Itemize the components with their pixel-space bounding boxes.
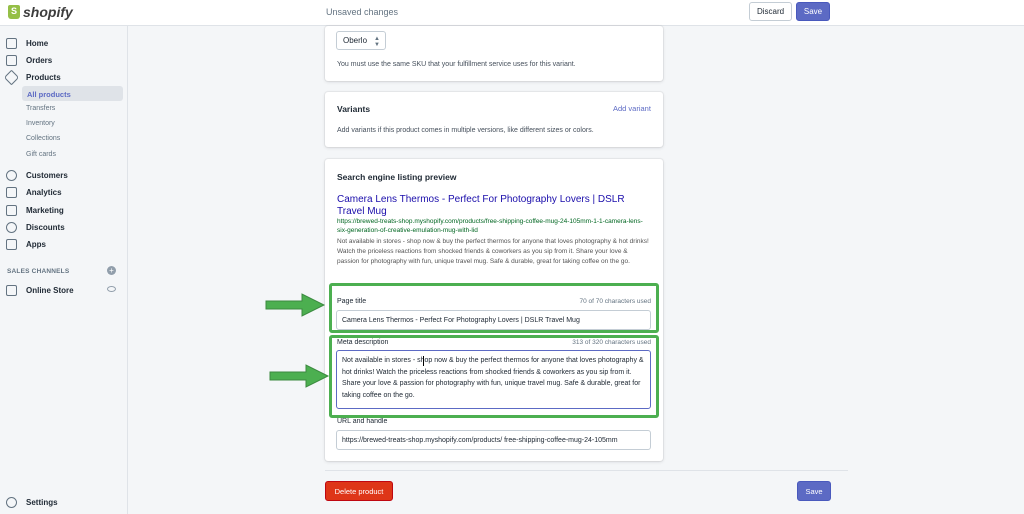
sidebar-item-label: Analytics bbox=[26, 187, 62, 197]
seo-preview-description: Not available in stores - shop now & buy… bbox=[337, 238, 649, 265]
footer-divider bbox=[325, 470, 848, 471]
person-icon bbox=[6, 169, 17, 181]
sidebar-item-marketing[interactable]: Marketing bbox=[0, 202, 128, 218]
add-sales-channel-icon[interactable]: + bbox=[107, 266, 116, 275]
sidebar-subitem-collections[interactable]: Collections bbox=[26, 135, 60, 142]
sidebar-item-label: Marketing bbox=[26, 205, 64, 215]
page-title-highlight bbox=[329, 283, 659, 333]
gear-icon bbox=[6, 497, 17, 508]
sidebar-item-analytics[interactable]: Analytics bbox=[0, 184, 128, 200]
sidebar-item-customers[interactable]: Customers bbox=[0, 167, 128, 183]
variants-card bbox=[325, 92, 663, 147]
meta-description-highlight bbox=[329, 335, 659, 418]
seo-card-title: Search engine listing preview bbox=[337, 172, 457, 182]
sidebar-item-apps[interactable]: Apps bbox=[0, 236, 128, 252]
discount-icon bbox=[6, 221, 17, 233]
save-button-top[interactable]: Save bbox=[796, 2, 830, 21]
sidebar-item-home[interactable]: Home bbox=[0, 35, 128, 51]
discard-button[interactable]: Discard bbox=[749, 2, 792, 21]
sidebar-item-label: Apps bbox=[26, 239, 46, 249]
sidebar-subitem-gift-cards[interactable]: Gift cards bbox=[26, 151, 56, 158]
megaphone-icon bbox=[6, 204, 17, 216]
sidebar-subitem-inventory[interactable]: Inventory bbox=[26, 120, 55, 127]
apps-icon bbox=[6, 238, 17, 250]
sidebar-item-products[interactable]: Products bbox=[0, 69, 128, 85]
bar-chart-icon bbox=[6, 186, 17, 198]
url-handle-input[interactable]: https://brewed-treats-shop.myshopify.com… bbox=[336, 430, 651, 450]
sidebar-item-discounts[interactable]: Discounts bbox=[0, 219, 128, 235]
select-arrows-icon: ▲ ▼ bbox=[374, 36, 380, 48]
sales-channels-heading: SALES CHANNELS bbox=[7, 268, 70, 275]
logo-text: shopify bbox=[23, 4, 73, 20]
save-button-bottom[interactable]: Save bbox=[797, 481, 831, 501]
sku-help-text: You must use the same SKU that your fulf… bbox=[337, 61, 576, 68]
variants-title: Variants bbox=[337, 104, 371, 114]
top-bar: shopify Unsaved changes Discard Save bbox=[0, 0, 1024, 26]
seo-preview-title: Camera Lens Thermos - Perfect For Photog… bbox=[337, 194, 625, 217]
sidebar-item-label: Home bbox=[26, 38, 49, 48]
sidebar-item-label: Online Store bbox=[26, 285, 74, 295]
home-icon bbox=[6, 37, 17, 49]
sidebar-subitem-all-products[interactable]: All products bbox=[27, 90, 71, 99]
sidebar-item-label: Orders bbox=[26, 55, 53, 65]
shopping-bag-icon bbox=[8, 5, 20, 19]
sidebar-item-settings[interactable]: Settings bbox=[26, 498, 58, 507]
sidebar-item-label: Discounts bbox=[26, 222, 65, 232]
orders-icon bbox=[6, 54, 17, 66]
url-handle-label: URL and handle bbox=[337, 418, 388, 425]
sidebar-item-label: Products bbox=[26, 72, 61, 82]
sidebar-item-orders[interactable]: Orders bbox=[0, 52, 128, 68]
arrow-right-icon bbox=[269, 364, 330, 388]
sidebar-subitem-transfers[interactable]: Transfers bbox=[26, 105, 55, 112]
sidebar-item-label: Customers bbox=[26, 170, 68, 180]
unsaved-changes-text: Unsaved changes bbox=[326, 7, 399, 17]
delete-product-button[interactable]: Delete product bbox=[325, 481, 393, 501]
tag-icon bbox=[3, 69, 20, 85]
eye-icon[interactable] bbox=[107, 286, 116, 292]
arrow-right-icon bbox=[265, 293, 326, 317]
store-icon bbox=[6, 284, 17, 296]
variants-help-text: Add variants if this product comes in mu… bbox=[337, 127, 594, 134]
add-variant-link[interactable]: Add variant bbox=[613, 104, 651, 113]
shopify-logo[interactable]: shopify bbox=[8, 4, 73, 20]
seo-preview-url: https://brewed-treats-shop.myshopify.com… bbox=[337, 218, 643, 234]
